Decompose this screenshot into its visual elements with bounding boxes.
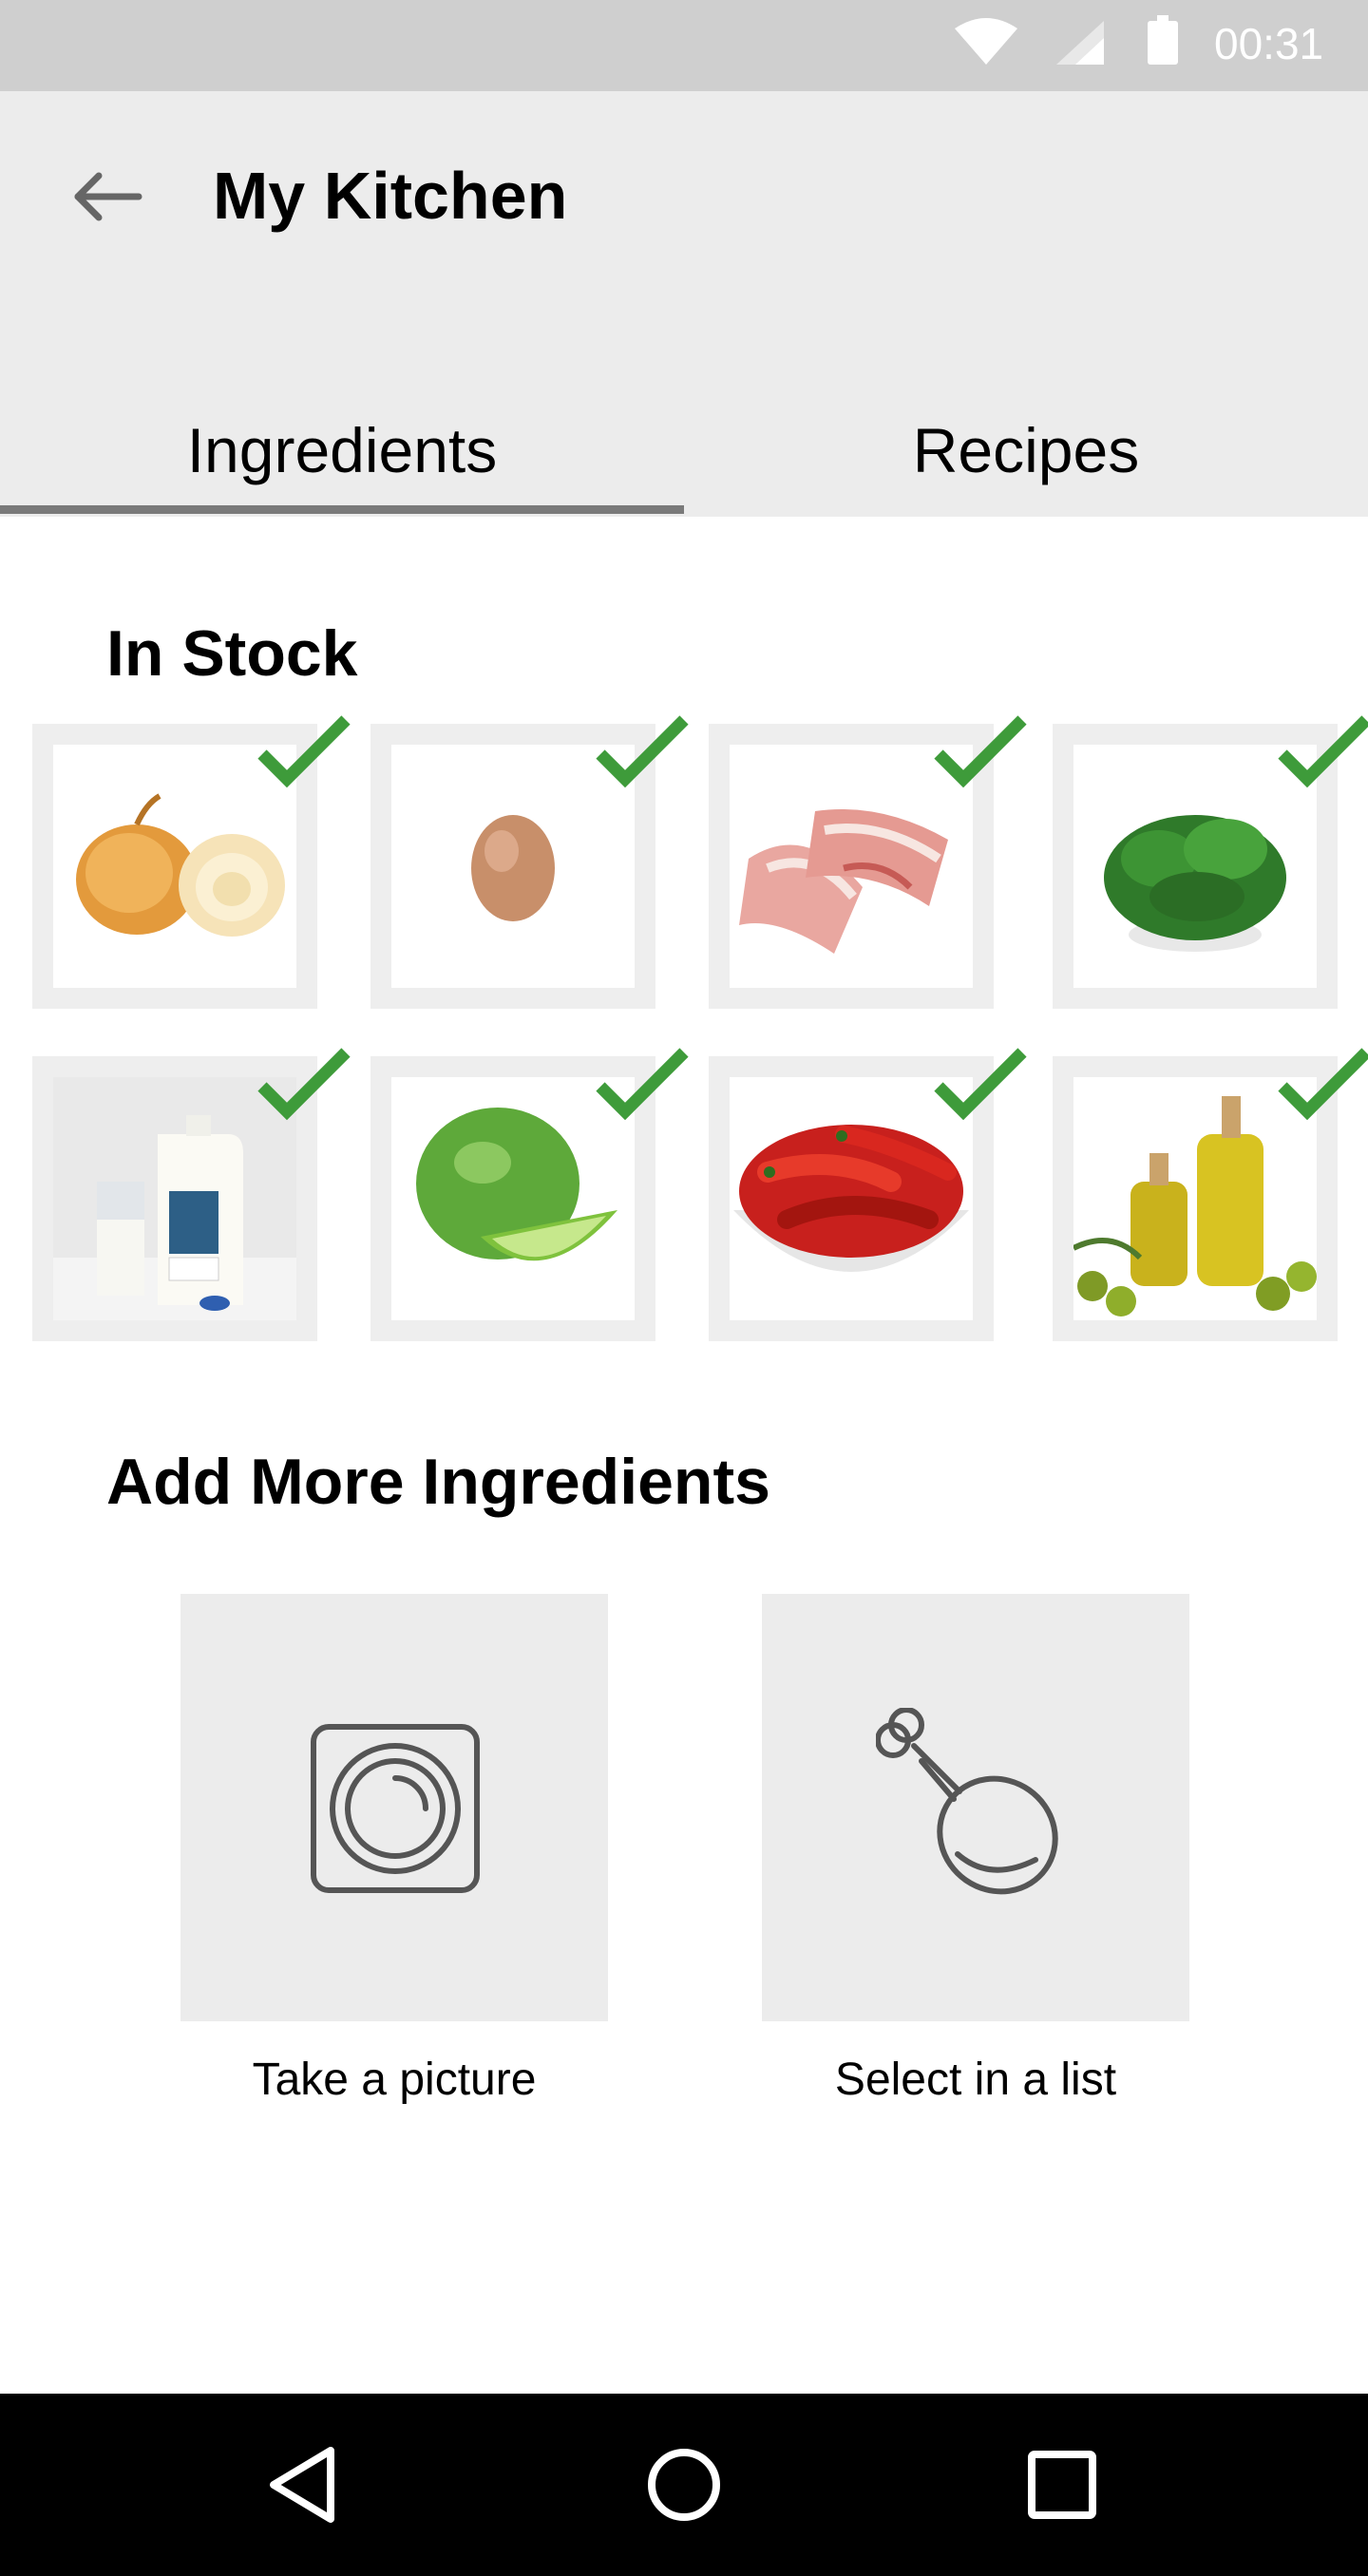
back-arrow-icon[interactable] bbox=[66, 163, 146, 230]
ingredient-tile-lime[interactable] bbox=[370, 1048, 689, 1341]
check-icon bbox=[596, 1048, 689, 1121]
ingredient-tile-bacon[interactable] bbox=[709, 715, 1027, 1009]
status-bar: 00:31 bbox=[0, 0, 1368, 91]
check-icon bbox=[596, 715, 689, 788]
ingredient-tile-olive-oil[interactable] bbox=[1053, 1048, 1368, 1341]
chicken-leg-icon bbox=[876, 1708, 1058, 1895]
take-picture-label: Take a picture bbox=[252, 2055, 537, 2105]
check-icon bbox=[257, 715, 351, 788]
recents-square-icon[interactable] bbox=[1026, 2449, 1098, 2521]
battery-icon bbox=[1148, 15, 1178, 65]
select-in-list-label: Select in a list bbox=[834, 2055, 1117, 2105]
in-stock-title: In Stock bbox=[106, 617, 358, 690]
check-icon bbox=[257, 1048, 351, 1121]
tab-ingredients[interactable]: Ingredients bbox=[0, 405, 684, 517]
wifi-icon bbox=[955, 18, 1017, 65]
tab-ingredients-label: Ingredients bbox=[186, 415, 498, 485]
tab-indicator bbox=[0, 505, 684, 514]
ingredient-tile-basil[interactable] bbox=[1053, 715, 1368, 1009]
check-icon bbox=[1278, 715, 1368, 788]
ingredient-tile-egg[interactable] bbox=[370, 715, 689, 1009]
check-icon bbox=[934, 1048, 1027, 1121]
app-bar: My Kitchen Ingredients Recipes bbox=[0, 91, 1368, 517]
select-in-list-button[interactable] bbox=[762, 1594, 1189, 2021]
check-icon bbox=[1278, 1048, 1368, 1121]
ingredient-tile-onion[interactable] bbox=[32, 715, 351, 1009]
status-time: 00:31 bbox=[1214, 19, 1324, 68]
home-circle-icon[interactable] bbox=[646, 2447, 722, 2523]
camera-lens-icon bbox=[311, 1724, 480, 1893]
tab-recipes-label: Recipes bbox=[912, 415, 1140, 485]
take-picture-button[interactable] bbox=[180, 1594, 608, 2021]
signal-icon bbox=[1056, 21, 1104, 65]
back-triangle-icon[interactable] bbox=[264, 2445, 340, 2525]
page-title: My Kitchen bbox=[213, 159, 568, 233]
add-more-title: Add More Ingredients bbox=[106, 1446, 770, 1518]
system-nav-bar bbox=[0, 2394, 1368, 2576]
tab-recipes[interactable]: Recipes bbox=[684, 405, 1368, 517]
ingredient-tile-chili-peppers[interactable] bbox=[709, 1048, 1027, 1341]
check-icon bbox=[934, 715, 1027, 788]
ingredient-tile-milk[interactable] bbox=[32, 1048, 351, 1341]
